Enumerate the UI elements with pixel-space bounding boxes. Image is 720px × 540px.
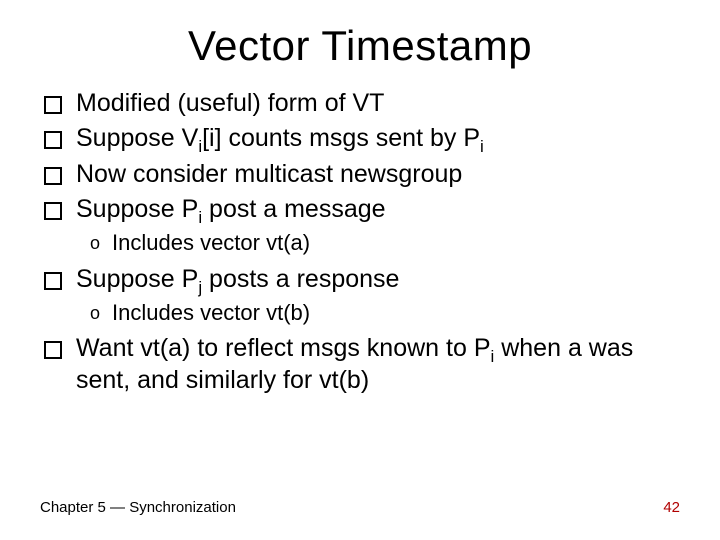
text-fragment: Suppose V (76, 124, 198, 152)
bullet-item: Suppose Pi post a message (44, 194, 680, 225)
bullet-text: Suppose Pj posts a response (76, 264, 399, 295)
square-bullet-icon (44, 272, 62, 290)
bullet-item: Want vt(a) to reflect msgs known to Pi w… (44, 333, 680, 396)
square-bullet-icon (44, 202, 62, 220)
sub-bullet-text: Includes vector vt(a) (112, 229, 310, 258)
bullet-item: Modified (useful) form of VT (44, 88, 680, 119)
bullet-item: Suppose Vi[i] counts msgs sent by Pi (44, 123, 680, 154)
bullet-text: Suppose Vi[i] counts msgs sent by Pi (76, 123, 484, 154)
bullet-list: Want vt(a) to reflect msgs known to Pi w… (44, 333, 680, 396)
slide: Vector Timestamp Modified (useful) form … (0, 0, 720, 540)
bullet-list: Suppose Pj posts a response (44, 264, 680, 295)
text-fragment: post a message (202, 195, 385, 223)
bullet-text: Modified (useful) form of VT (76, 88, 384, 119)
square-bullet-icon (44, 131, 62, 149)
sub-bullet-text: Includes vector vt(b) (112, 299, 310, 328)
circle-bullet-icon: o (90, 229, 100, 257)
bullet-text: Suppose Pi post a message (76, 194, 386, 225)
sub-bullet-item: o Includes vector vt(a) (90, 229, 680, 258)
bullet-item: Now consider multicast newsgroup (44, 159, 680, 190)
bullet-text: Now consider multicast newsgroup (76, 159, 462, 190)
subscript: i (480, 137, 484, 156)
text-fragment: posts a response (202, 265, 399, 293)
footer-chapter: Chapter 5 — Synchronization (40, 499, 236, 516)
sub-bullet-item: o Includes vector vt(b) (90, 299, 680, 328)
text-fragment: [i] counts msgs sent by P (202, 124, 480, 152)
text-fragment: Suppose P (76, 265, 198, 293)
sub-bullet-list: o Includes vector vt(b) (90, 299, 680, 328)
circle-bullet-icon: o (90, 299, 100, 327)
bullet-item: Suppose Pj posts a response (44, 264, 680, 295)
slide-title: Vector Timestamp (40, 22, 680, 70)
footer-page-number: 42 (663, 499, 680, 516)
bullet-list: Modified (useful) form of VT Suppose V i[… (44, 88, 680, 225)
sub-bullet-list: o Includes vector vt(a) (90, 229, 680, 258)
text-fragment: Want vt(a) to reflect msgs known to P (76, 334, 491, 362)
text-fragment: Suppose P (76, 195, 198, 223)
square-bullet-icon (44, 96, 62, 114)
square-bullet-icon (44, 167, 62, 185)
square-bullet-icon (44, 341, 62, 359)
bullet-text: Want vt(a) to reflect msgs known to Pi w… (76, 333, 680, 396)
